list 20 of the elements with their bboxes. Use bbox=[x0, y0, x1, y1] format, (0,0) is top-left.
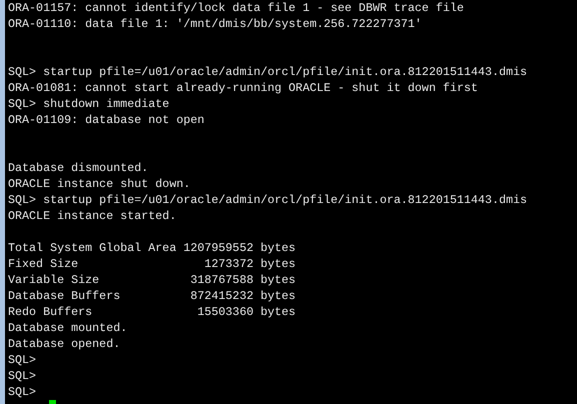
terminal-line: Fixed Size 1273372 bytes bbox=[8, 257, 296, 271]
terminal-line: ORACLE instance started. bbox=[8, 209, 176, 223]
terminal-line: ORA-01109: database not open bbox=[8, 113, 204, 127]
terminal-line: SQL> bbox=[8, 353, 36, 367]
terminal-line: Variable Size 318767588 bytes bbox=[8, 273, 296, 287]
terminal-line: Total System Global Area 1207959552 bytes bbox=[8, 241, 296, 255]
terminal-line: Database opened. bbox=[8, 337, 120, 351]
terminal-line: ORACLE instance shut down. bbox=[8, 177, 190, 191]
terminal-line: SQL> shutdown immediate bbox=[8, 97, 170, 111]
terminal-line: ORA-01081: cannot start already-running ORACLE - shut it down first bbox=[8, 81, 478, 95]
terminal-line: Database mounted. bbox=[8, 321, 128, 335]
terminal-line: Database dismounted. bbox=[8, 161, 148, 175]
terminal-line: Database Buffers 872415232 bytes bbox=[8, 289, 296, 303]
terminal-line: SQL> startup pfile=/u01/oracle/admin/orcl/pfile/init.ora.812201511443.dmis bbox=[8, 193, 528, 207]
terminal-line: ORA-01110: data file 1: '/mnt/dmis/bb/system.256.722277371' bbox=[8, 17, 422, 31]
terminal-line: SQL> bbox=[8, 369, 36, 383]
terminal-line: ORA-01157: cannot identify/lock data file 1 - see DBWR trace file bbox=[8, 1, 464, 15]
terminal-line: Redo Buffers 15503360 bytes bbox=[8, 305, 296, 319]
terminal-line: SQL> bbox=[8, 385, 36, 399]
terminal-line: SQL> startup pfile=/u01/oracle/admin/orcl/pfile/init.ora.812201511443.dmis bbox=[8, 65, 528, 79]
